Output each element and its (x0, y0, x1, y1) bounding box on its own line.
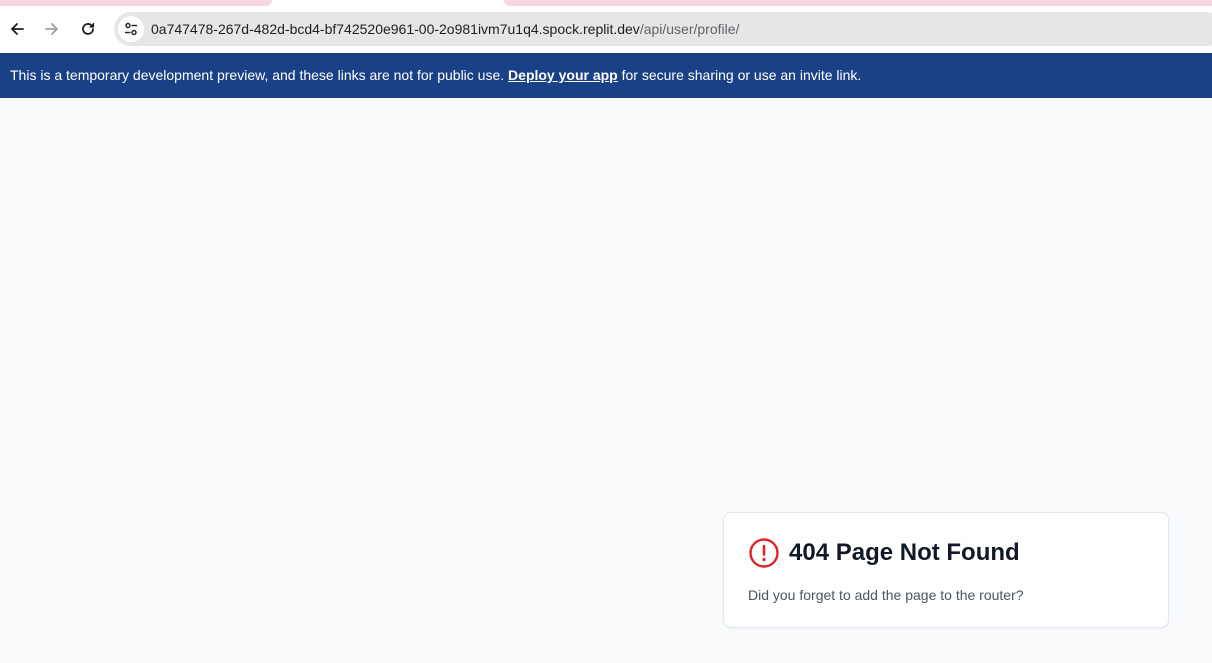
url-text[interactable]: 0a747478-267d-482d-bcd4-bf742520e961-00-… (151, 20, 739, 38)
dev-preview-banner: This is a temporary development preview,… (0, 53, 1212, 98)
arrow-left-icon (11, 23, 24, 35)
tune-icon (125, 22, 137, 36)
error-title: 404 Page Not Found (789, 539, 1020, 566)
browser-toolbar: 0a747478-267d-482d-bcd4-bf742520e961-00-… (0, 6, 1212, 53)
error-card: 404 Page Not Found Did you forget to add… (723, 512, 1169, 628)
address-bar[interactable]: 0a747478-267d-482d-bcd4-bf742520e961-00-… (114, 12, 1212, 46)
url-host: 0a747478-267d-482d-bcd4-bf742520e961-00-… (151, 21, 640, 37)
site-info-button[interactable] (118, 16, 144, 42)
back-button[interactable] (2, 14, 32, 44)
page-content: 404 Page Not Found Did you forget to add… (0, 98, 1212, 663)
forward-button[interactable] (37, 14, 67, 44)
url-path: /api/user/profile/ (639, 21, 740, 37)
banner-text-after: for secure sharing or use an invite link… (621, 67, 862, 83)
alert-circle-icon (749, 538, 779, 568)
error-title-row: 404 Page Not Found (748, 537, 1020, 569)
banner-text-before: This is a temporary development preview,… (10, 67, 505, 83)
reload-icon (82, 23, 95, 35)
error-message: Did you forget to add the page to the ro… (748, 587, 1024, 603)
arrow-right-icon (45, 23, 58, 35)
deploy-app-link[interactable]: Deploy your app (508, 67, 618, 83)
reload-button[interactable] (73, 14, 103, 44)
